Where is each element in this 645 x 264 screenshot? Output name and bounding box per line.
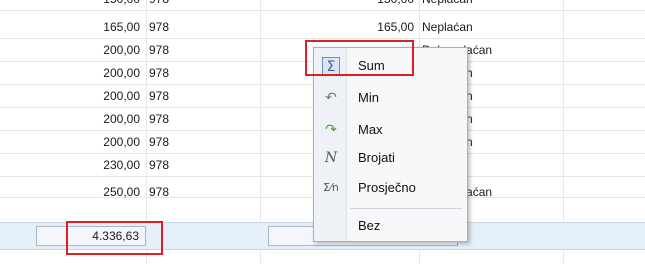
menu-item-average[interactable]: Σ⁄n Prosječno [314,176,467,200]
currency-code-cell: 978 [149,20,170,34]
currency-code-cell: 978 [149,135,170,149]
sigma-icon: Σ [322,57,340,75]
amount-paid-cell: 150,00 [262,0,418,10]
table-row[interactable]: 165,00 978 165,00 Neplaćan [0,16,645,39]
amount-cell: 200,00 [103,112,140,126]
currency-code-cell: 978 [149,158,170,172]
status-cell: Neplaćan [422,20,473,34]
menu-item-label: Brojati [358,150,395,165]
currency-code-cell: 978 [149,66,170,80]
menu-item-none[interactable]: Bez [314,214,467,238]
currency-code-cell: 978 [149,0,259,10]
amount-cell: 230,00 [103,158,140,172]
currency-code-cell: 978 [149,112,170,126]
menu-separator [350,208,462,209]
amount-cell: 200,00 [103,43,140,57]
currency-code-cell: 978 [149,43,170,57]
menu-item-label: Max [358,122,383,137]
min-icon: ↶ [325,90,337,106]
amount-paid-cell: 165,00 [377,20,414,34]
menu-item-label: Min [358,90,379,105]
amount-cell: 150,00 [0,0,144,10]
amount-cell: 165,00 [103,20,140,34]
menu-item-label: Prosječno [358,180,416,195]
menu-item-label: Sum [358,58,385,73]
max-icon: ↷ [325,122,337,138]
menu-item-sum[interactable]: Σ Sum [314,54,467,78]
average-icon: Σ⁄n [323,181,339,194]
amount-sum-field[interactable]: 4.336,63 [36,226,146,246]
count-icon: N [324,150,338,166]
amount-cell: 250,00 [103,185,140,199]
currency-code-cell: 978 [149,185,170,199]
amount-cell: 200,00 [103,89,140,103]
summary-context-menu: Σ Sum ↶ Min ↷ Max N Brojati Σ⁄n Prosječn… [313,47,468,242]
amount-cell: 200,00 [103,135,140,149]
amount-cell: 200,00 [103,66,140,80]
menu-item-min[interactable]: ↶ Min [314,86,467,110]
menu-item-label: Bez [358,218,381,233]
table-row[interactable]: 150,00 978 150,00 Neplaćan [0,0,645,11]
menu-item-count[interactable]: N Brojati [314,146,467,170]
currency-code-cell: 978 [149,89,170,103]
menu-item-max[interactable]: ↷ Max [314,118,467,142]
status-cell: Neplaćan [422,0,562,10]
